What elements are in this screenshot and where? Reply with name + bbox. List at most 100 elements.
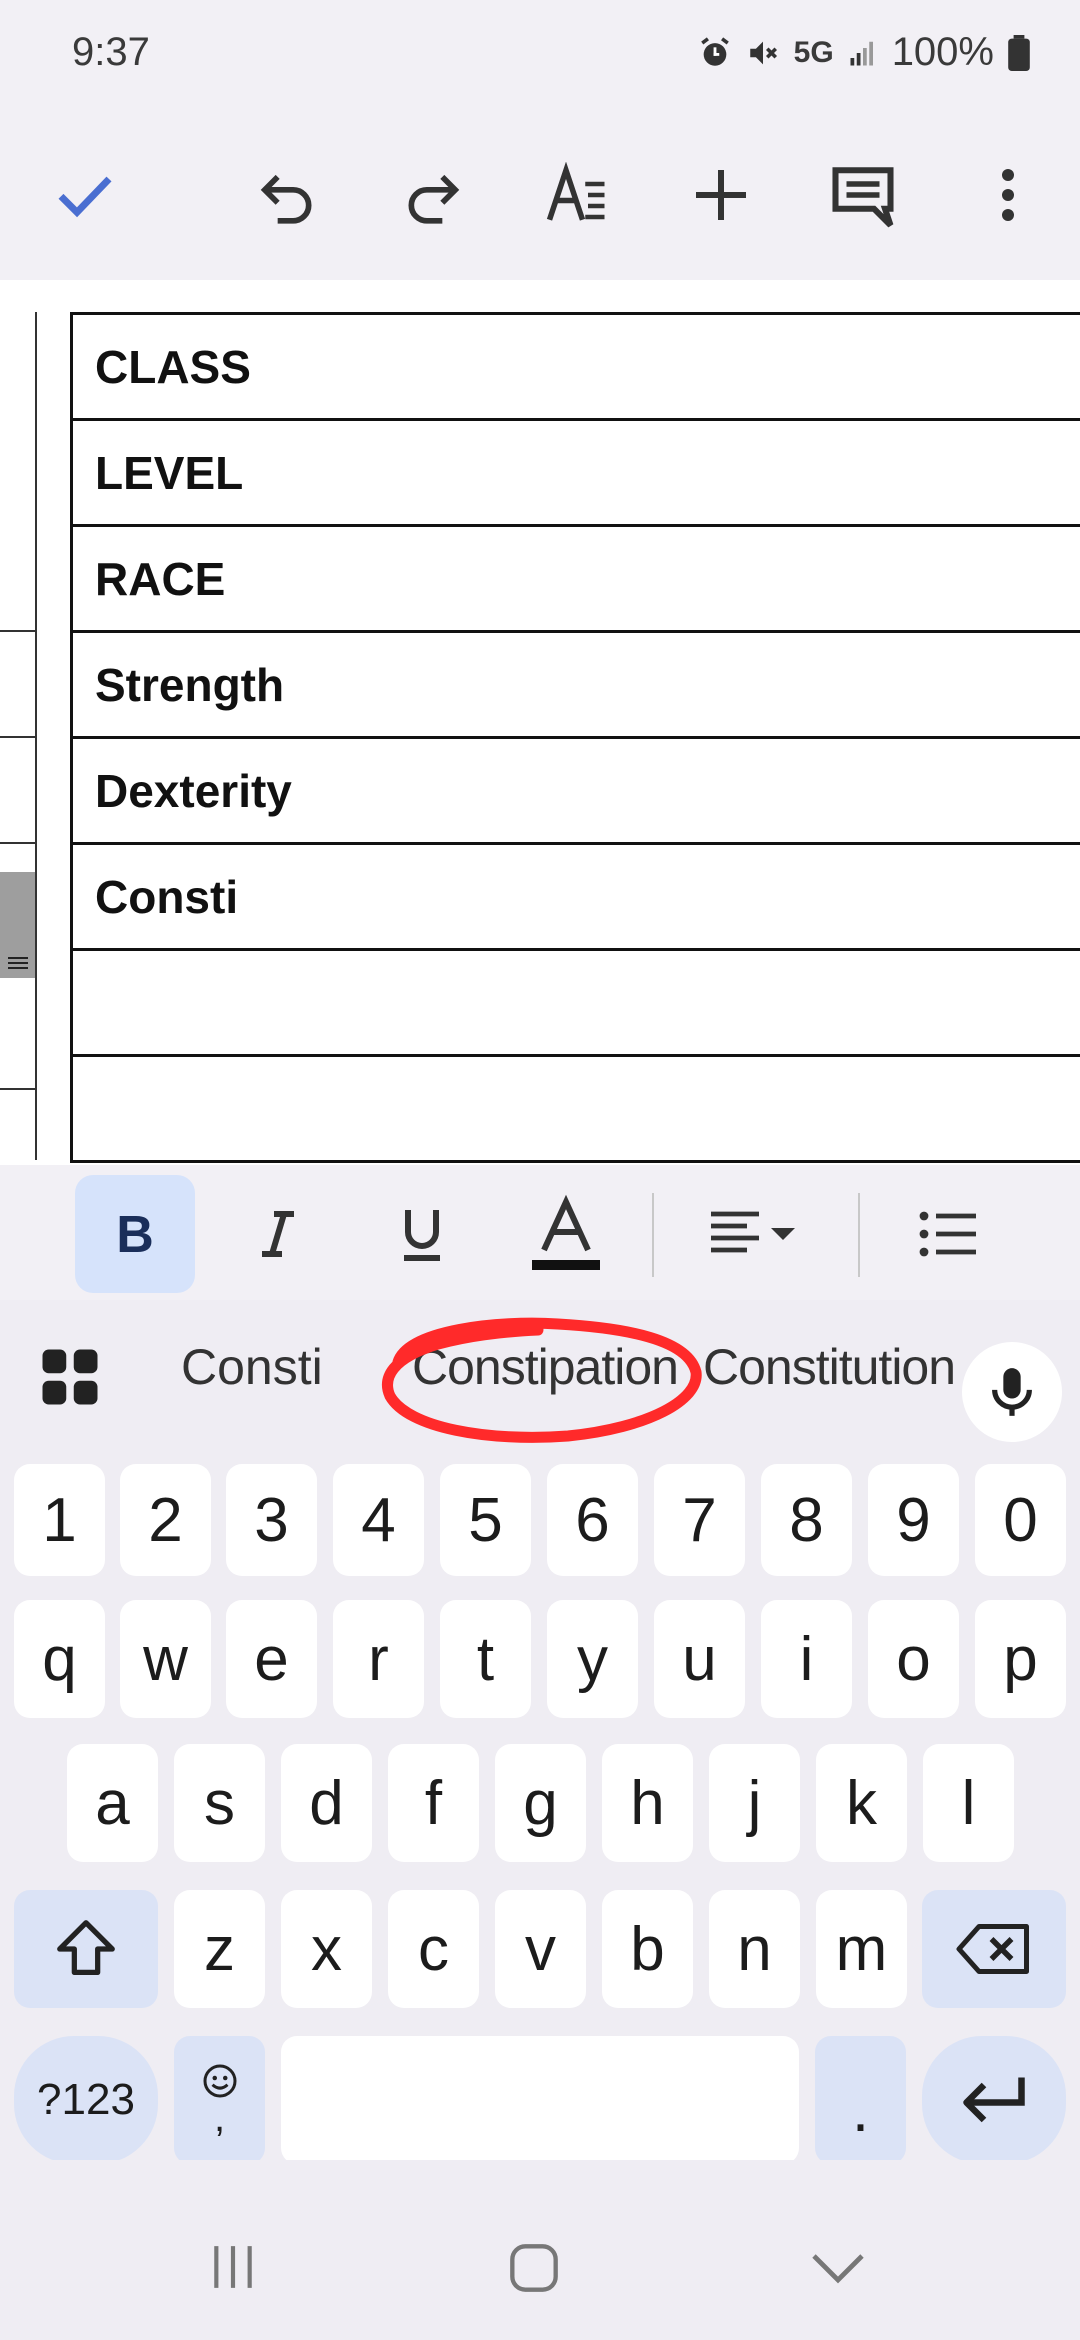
red-annotation-circle [382, 1317, 702, 1443]
table-cell-race[interactable]: RACE [70, 524, 1080, 633]
key-k[interactable]: k [816, 1744, 907, 1862]
bullet-list-button[interactable] [898, 1175, 998, 1293]
table-row: RACE [70, 524, 1080, 633]
key-o[interactable]: o [868, 1600, 959, 1718]
align-dropdown[interactable] [702, 1175, 812, 1293]
alarm-icon [700, 36, 729, 66]
table-cell-level[interactable]: LEVEL [70, 418, 1080, 527]
insert-plus-icon[interactable] [676, 150, 766, 240]
key-3[interactable]: 3 [226, 1464, 317, 1576]
divider [858, 1193, 860, 1277]
backspace-icon [956, 1924, 1029, 1974]
more-options-icon[interactable] [963, 150, 1053, 240]
comment-icon[interactable] [818, 150, 908, 240]
backspace-key[interactable] [922, 1890, 1066, 2008]
svg-text:B: B [116, 1206, 154, 1262]
key-p[interactable]: p [975, 1600, 1066, 1718]
key-r[interactable]: r [333, 1600, 424, 1718]
bold-icon: B [116, 1206, 154, 1262]
key-a[interactable]: a [67, 1744, 158, 1862]
key-j[interactable]: j [709, 1744, 800, 1862]
microphone-icon [992, 1368, 1032, 1416]
key-b[interactable]: b [602, 1890, 693, 2008]
suggestion-3[interactable]: Constitution [703, 1338, 956, 1396]
table-cell-empty[interactable] [70, 948, 1080, 1057]
bullet-list-icon [919, 1211, 976, 1257]
key-w[interactable]: w [120, 1600, 211, 1718]
key-z[interactable]: z [174, 1890, 265, 2008]
back-chevron-icon[interactable] [810, 2246, 866, 2295]
key-x[interactable]: x [281, 1890, 372, 2008]
left-cell [0, 312, 35, 632]
left-cell [0, 984, 35, 1090]
key-h[interactable]: h [602, 1744, 693, 1862]
text-color-button[interactable] [516, 1175, 616, 1293]
key-i[interactable]: i [761, 1600, 852, 1718]
shift-key[interactable] [14, 1890, 158, 2008]
key-y[interactable]: y [547, 1600, 638, 1718]
key-t[interactable]: t [440, 1600, 531, 1718]
key-g[interactable]: g [495, 1744, 586, 1862]
apps-grid-icon[interactable] [40, 1347, 100, 1412]
key-8[interactable]: 8 [761, 1464, 852, 1576]
docs-toolbar [0, 110, 1080, 280]
done-check-icon[interactable] [40, 150, 130, 240]
divider [652, 1193, 654, 1277]
underline-icon [404, 1210, 440, 1261]
key-6[interactable]: 6 [547, 1464, 638, 1576]
key-2[interactable]: 2 [120, 1464, 211, 1576]
suggestion-1[interactable]: Consti [181, 1338, 323, 1396]
key-e[interactable]: e [226, 1600, 317, 1718]
battery-percent: 100% [891, 30, 994, 74]
comma-label: , [213, 2096, 226, 2140]
enter-icon [963, 2077, 1025, 2123]
format-bar: B [0, 1165, 1080, 1300]
home-icon[interactable] [508, 2242, 560, 2299]
key-l[interactable]: l [923, 1744, 1014, 1862]
key-9[interactable]: 9 [868, 1464, 959, 1576]
key-v[interactable]: v [495, 1890, 586, 2008]
key-1[interactable]: 1 [14, 1464, 105, 1576]
document-canvas[interactable]: CLASS LEVEL RACE Strength Dexterity Cons… [0, 280, 1080, 1165]
key-s[interactable]: s [174, 1744, 265, 1862]
symbols-key[interactable]: ?123 [14, 2036, 158, 2164]
key-7[interactable]: 7 [654, 1464, 745, 1576]
left-cell [0, 738, 35, 844]
redo-icon[interactable] [387, 150, 477, 240]
table-row: LEVEL [70, 418, 1080, 527]
mute-icon [749, 41, 777, 64]
table-cell-empty[interactable] [70, 1054, 1080, 1163]
undo-icon[interactable] [243, 150, 333, 240]
table-row [70, 948, 1080, 1057]
italic-button[interactable] [228, 1175, 328, 1293]
table-resize-handle[interactable] [0, 872, 35, 978]
key-n[interactable]: n [709, 1890, 800, 2008]
key-c[interactable]: c [388, 1890, 479, 2008]
table-cell-class[interactable]: CLASS [70, 312, 1080, 421]
recent-apps-icon[interactable] [208, 2242, 258, 2297]
period-key[interactable]: . [815, 2036, 906, 2164]
key-5[interactable]: 5 [440, 1464, 531, 1576]
key-d[interactable]: d [281, 1744, 372, 1862]
table-cell-dexterity[interactable]: Dexterity [70, 736, 1080, 845]
key-m[interactable]: m [816, 1890, 907, 2008]
underline-button[interactable] [372, 1175, 472, 1293]
table-cell-strength[interactable]: Strength [70, 630, 1080, 739]
key-q[interactable]: q [14, 1600, 105, 1718]
emoji-comma-key[interactable]: , [174, 2036, 265, 2164]
mic-button[interactable] [962, 1342, 1062, 1442]
table-cell-consti[interactable]: Consti [70, 842, 1080, 951]
key-f[interactable]: f [388, 1744, 479, 1862]
status-icons: 5G 100% [698, 30, 1030, 75]
space-bar[interactable] [281, 2036, 799, 2164]
key-4[interactable]: 4 [333, 1464, 424, 1576]
key-0[interactable]: 0 [975, 1464, 1066, 1576]
table-row: Strength [70, 630, 1080, 739]
status-bar: 9:37 5G 100% [0, 0, 1080, 110]
align-left-icon [711, 1211, 795, 1253]
enter-key[interactable] [922, 2036, 1066, 2164]
suggestion-row: Consti Constipation Constitution [0, 1300, 1080, 1450]
text-format-icon[interactable] [532, 150, 622, 240]
key-u[interactable]: u [654, 1600, 745, 1718]
bold-button[interactable]: B [75, 1175, 195, 1293]
